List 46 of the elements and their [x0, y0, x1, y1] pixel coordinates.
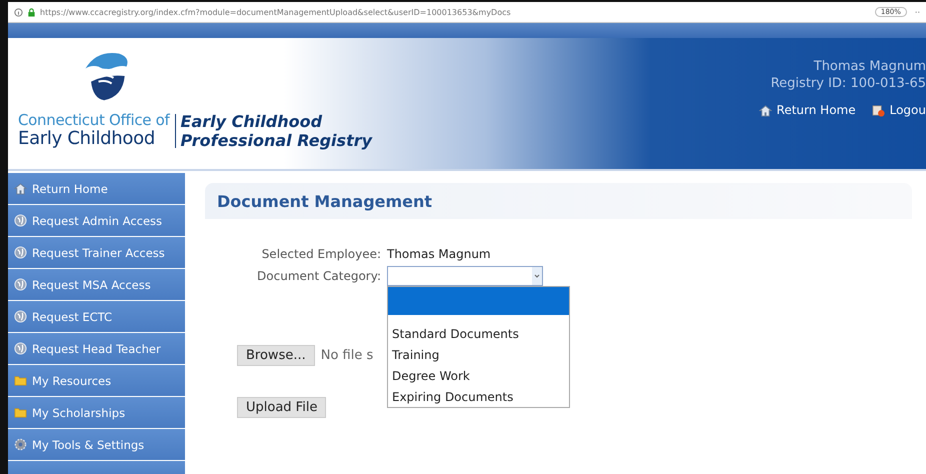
field-label: Document Category:	[256, 269, 382, 283]
sidebar-item[interactable]: Request MSA Access	[8, 269, 185, 300]
panel-title: Document Management	[217, 192, 432, 210]
more-menu[interactable]: ··	[914, 8, 920, 16]
sidebar-item[interactable]: My Tools & Settings	[8, 429, 185, 460]
globe-icon	[14, 278, 27, 291]
category-select[interactable]	[387, 266, 543, 286]
info-icon	[14, 8, 23, 16]
dropdown-option[interactable]: Standard Documents	[388, 323, 569, 344]
sidebar-item[interactable]: Request Head Teacher	[8, 333, 185, 364]
globe-icon	[14, 246, 27, 259]
upload-button[interactable]: Upload File	[237, 397, 326, 418]
url-text: https://www.ccacregistry.org/index.cfm?module=documentManagementUpload&select&userID=100013653&myDocs	[40, 8, 512, 16]
globe-icon	[14, 214, 27, 227]
header-link[interactable]: Return Home	[776, 102, 856, 119]
agency-name: Connecticut Office of	[18, 112, 170, 129]
dropdown-option[interactable]: Training	[388, 344, 569, 365]
browse-button[interactable]: Browse...	[237, 345, 315, 366]
folder-icon	[14, 406, 27, 419]
lock-icon	[27, 8, 36, 16]
dropdown-option[interactable]: Degree Work	[388, 365, 569, 386]
file-status: No file s	[320, 348, 374, 363]
sidebar-item[interactable]: My Scholarships	[8, 397, 185, 428]
sidebar-item[interactable]: My Resources	[8, 365, 185, 396]
dropdown-option[interactable]: Expiring Documents	[388, 386, 569, 407]
sidebar-item[interactable]: Request Admin Access	[8, 205, 185, 236]
dropdown-option[interactable]	[388, 287, 569, 315]
globe-icon	[14, 342, 27, 355]
folder-icon	[14, 374, 27, 387]
employee-name: Thomas Magnum	[387, 247, 491, 261]
chevron-icon	[532, 267, 542, 285]
field-label: Selected Employee:	[260, 247, 382, 261]
agency-name: Early Childhood	[18, 129, 156, 149]
house-icon	[758, 104, 772, 117]
sidebar-item[interactable]: Request ECTC	[8, 301, 185, 332]
header-link[interactable]: Logou	[890, 102, 926, 119]
globe-icon	[14, 310, 27, 323]
sidebar-item[interactable]: Return Home	[8, 173, 185, 204]
registry-title: Professional Registry	[180, 131, 372, 150]
user-name: Thomas Magnum	[814, 58, 926, 75]
logout-icon	[872, 104, 885, 117]
sidebar-item[interactable]: Request Trainer Access	[8, 237, 185, 268]
registry-id: Registry ID: 100-013-65	[770, 75, 926, 92]
gear-icon	[14, 438, 27, 451]
registry-title: Early Childhood	[180, 112, 324, 131]
house-icon	[14, 182, 27, 195]
